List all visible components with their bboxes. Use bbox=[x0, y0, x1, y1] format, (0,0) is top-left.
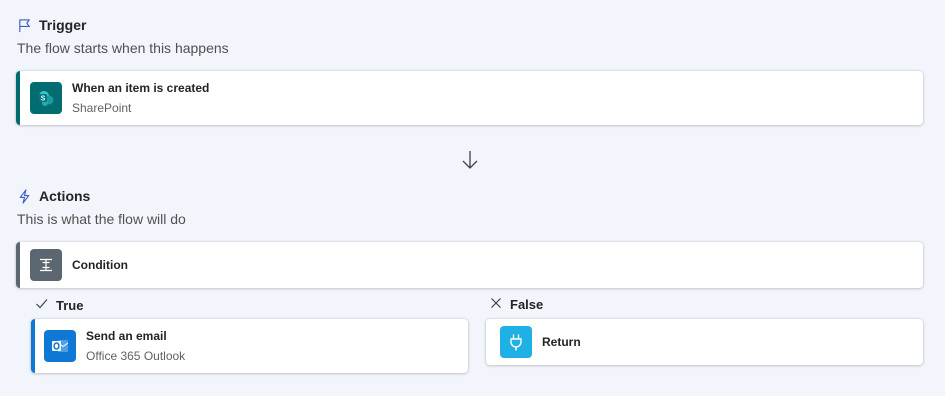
send-email-card-text: Send an email Office 365 Outlook bbox=[86, 329, 185, 363]
condition-icon bbox=[30, 249, 62, 281]
trigger-card-subtitle: SharePoint bbox=[72, 101, 132, 115]
lightning-icon bbox=[17, 188, 32, 204]
return-card-title: Return bbox=[542, 335, 581, 349]
arrow-down-icon bbox=[461, 150, 479, 175]
trigger-card-text: When an item is created SharePoint bbox=[72, 81, 209, 115]
condition-card-text: Condition bbox=[72, 258, 128, 272]
send-email-card-accent bbox=[31, 319, 35, 373]
plug-icon bbox=[500, 326, 532, 358]
sharepoint-icon: S bbox=[30, 82, 62, 114]
true-branch-label: True bbox=[56, 297, 84, 313]
svg-text:S: S bbox=[41, 96, 46, 103]
condition-card[interactable]: Condition bbox=[16, 242, 923, 288]
checkmark-icon bbox=[35, 297, 48, 313]
trigger-subtitle: The flow starts when this happens bbox=[17, 40, 229, 56]
close-icon bbox=[490, 297, 502, 312]
return-card[interactable]: Return bbox=[486, 319, 923, 365]
send-email-card[interactable]: Send an email Office 365 Outlook bbox=[31, 319, 468, 373]
return-card-text: Return bbox=[542, 335, 581, 349]
send-email-card-subtitle: Office 365 Outlook bbox=[86, 349, 186, 363]
flag-icon bbox=[17, 18, 32, 33]
actions-section-header: Actions bbox=[17, 188, 90, 204]
false-branch-label: False bbox=[510, 297, 544, 312]
trigger-title: Trigger bbox=[39, 17, 87, 33]
trigger-card-accent bbox=[16, 71, 20, 125]
trigger-card-title: When an item is created bbox=[72, 81, 210, 95]
false-branch-header: False bbox=[490, 297, 543, 312]
actions-title: Actions bbox=[39, 188, 91, 204]
condition-card-title: Condition bbox=[72, 258, 128, 272]
outlook-icon bbox=[44, 330, 76, 362]
condition-card-accent bbox=[16, 242, 20, 288]
trigger-card[interactable]: S When an item is created SharePoint bbox=[16, 71, 923, 125]
trigger-section-header: Trigger bbox=[17, 17, 86, 33]
actions-subtitle: This is what the flow will do bbox=[17, 211, 186, 227]
true-branch-header: True bbox=[35, 297, 83, 313]
send-email-card-title: Send an email bbox=[86, 329, 167, 343]
